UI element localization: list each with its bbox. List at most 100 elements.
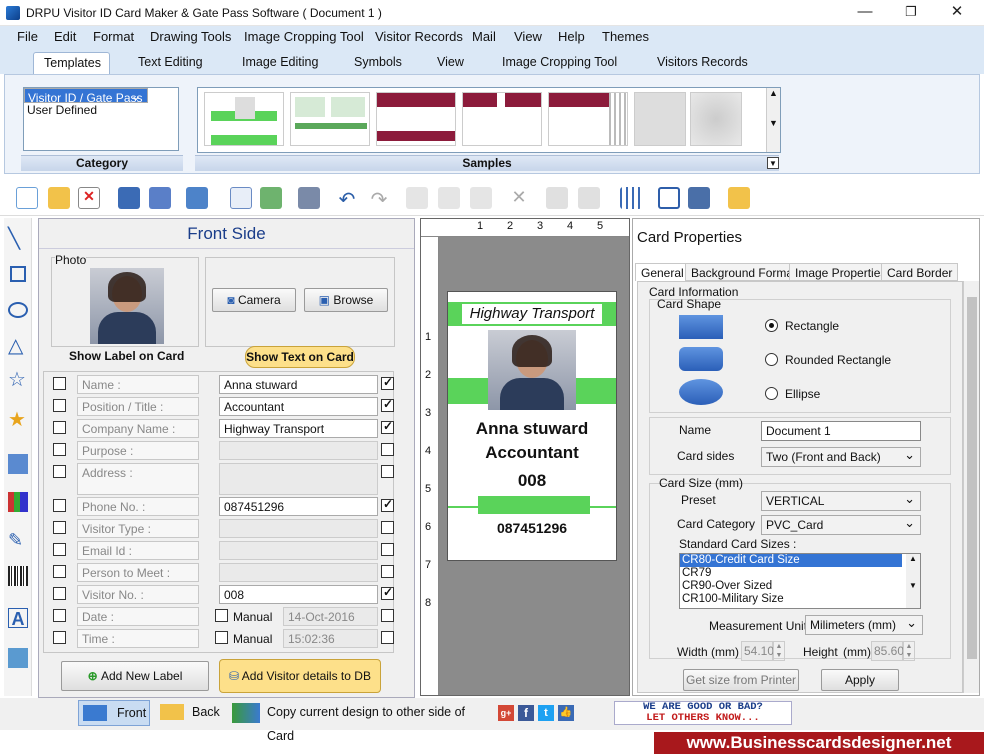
height-spinner-icon[interactable]: ▲ ▼ <box>903 641 915 661</box>
open-folder-icon[interactable] <box>48 187 70 209</box>
undo-icon[interactable]: ↶ <box>336 187 358 211</box>
tab-view[interactable]: View <box>427 52 474 74</box>
menu-image-cropping-tool[interactable]: Image Cropping Tool <box>244 29 364 44</box>
sample-thumbnail[interactable] <box>376 92 456 146</box>
tab-text-editing[interactable]: Text Editing <box>128 52 213 74</box>
delete-icon[interactable]: ✕ <box>508 187 530 209</box>
value-phone[interactable]: 087451296 <box>219 497 378 516</box>
measurement-unit-select[interactable]: Milimeters (mm) <box>805 615 923 635</box>
add-visitor-to-db-button[interactable]: ⛁ Add Visitor details to DB <box>219 659 381 693</box>
label-checkbox-address[interactable] <box>53 465 66 478</box>
menu-view[interactable]: View <box>514 29 542 44</box>
text-checkbox-purpose[interactable] <box>381 443 394 456</box>
text-checkbox-email[interactable] <box>381 543 394 556</box>
size-list-scrollbar[interactable]: ▲ ▼ <box>906 554 920 608</box>
size-item[interactable]: CR100-Military Size <box>680 593 920 606</box>
mail-icon[interactable] <box>728 187 750 209</box>
tab-visitors-records[interactable]: Visitors Records <box>647 52 758 74</box>
signature-tool-icon[interactable]: ✎ <box>8 530 28 550</box>
value-visitor-no[interactable]: 008 <box>219 585 378 604</box>
tab-general[interactable]: General <box>635 263 690 281</box>
grid-icon[interactable] <box>620 187 642 209</box>
tab-card-border[interactable]: Card Border <box>881 263 959 281</box>
samples-scrollbar[interactable]: ▲ ▼ <box>766 88 780 152</box>
tab-background-format[interactable]: Background Format <box>685 263 803 281</box>
facebook-icon[interactable]: f <box>518 705 534 721</box>
tab-image-properties[interactable]: Image Properties <box>789 263 893 281</box>
zoom-icon[interactable] <box>688 187 710 209</box>
symbol-tool-icon[interactable]: ★ <box>8 410 28 430</box>
barcode-tool-icon[interactable] <box>8 566 28 586</box>
label-checkbox-time[interactable] <box>53 631 66 644</box>
copy-icon[interactable] <box>438 187 460 209</box>
card-company[interactable]: Highway Transport <box>462 304 602 324</box>
rounded-rectangle-radio[interactable] <box>765 353 778 366</box>
label-checkbox-name[interactable] <box>53 377 66 390</box>
value-time[interactable]: 15:02:36 <box>283 629 378 648</box>
rectangle-shape-icon[interactable] <box>679 315 723 339</box>
twitter-icon[interactable]: t <box>538 705 554 721</box>
menu-mail[interactable]: Mail <box>472 29 496 44</box>
card-photo[interactable] <box>488 330 576 410</box>
category-item-visitor-id[interactable]: Visitor ID / Gate Pass <box>24 88 148 105</box>
value-person-to-meet[interactable] <box>219 563 378 582</box>
save-as-icon[interactable] <box>149 187 171 209</box>
add-new-label-button[interactable]: ⊕ Add New Label <box>61 661 209 691</box>
camera-button[interactable]: ◙ Camera <box>212 288 296 312</box>
text-tool-icon[interactable]: A <box>8 608 28 629</box>
save-icon[interactable] <box>118 187 140 209</box>
image-icon[interactable] <box>260 187 282 209</box>
label-checkbox-purpose[interactable] <box>53 443 66 456</box>
visitor-photo[interactable] <box>90 268 164 344</box>
google-plus-icon[interactable]: g+ <box>498 705 514 721</box>
sample-thumbnail[interactable] <box>462 92 542 146</box>
tab-symbols[interactable]: Symbols <box>344 52 412 74</box>
properties-icon[interactable] <box>230 187 252 209</box>
text-checkbox-visitor-no[interactable] <box>381 585 394 600</box>
like-icon[interactable]: 👍 <box>558 705 574 721</box>
text-checkbox-date[interactable] <box>381 609 394 622</box>
card-sides-select[interactable]: Two (Front and Back) <box>761 447 921 467</box>
menu-format[interactable]: Format <box>93 29 134 44</box>
tab-templates[interactable]: Templates <box>33 52 110 74</box>
maximize-button[interactable]: ❐ <box>896 2 926 22</box>
menu-themes[interactable]: Themes <box>602 29 649 44</box>
size-item[interactable]: CR90-Over Sized <box>680 580 920 593</box>
tab-image-cropping-tool[interactable]: Image Cropping Tool <box>492 52 627 74</box>
value-company[interactable]: Highway Transport <box>219 419 378 438</box>
label-checkbox-email[interactable] <box>53 543 66 556</box>
get-size-from-printer-button[interactable]: Get size from Printer <box>683 669 799 691</box>
apply-button[interactable]: Apply <box>821 669 899 691</box>
new-icon[interactable] <box>16 187 38 209</box>
triangle-tool-icon[interactable]: △ <box>8 336 28 356</box>
card-category-select[interactable]: PVC_Card <box>761 515 921 535</box>
value-visitor-type[interactable] <box>219 519 378 538</box>
text-checkbox-address[interactable] <box>381 465 394 478</box>
close-button[interactable]: ✕ <box>942 2 972 22</box>
website-footer[interactable]: www.Businesscardsdesigner.net <box>654 732 984 754</box>
value-name[interactable]: Anna stuward <box>219 375 378 394</box>
card-name[interactable]: Anna stuward <box>448 419 616 439</box>
cut-icon[interactable] <box>406 187 428 209</box>
picture-tool-icon[interactable] <box>8 454 28 474</box>
browse-button[interactable]: ▣ Browse <box>304 288 388 312</box>
id-card-preview[interactable]: Highway Transport Anna stuward Accountan… <box>447 291 617 561</box>
card-title[interactable]: Accountant <box>448 443 616 463</box>
width-spinner-icon[interactable]: ▲ ▼ <box>773 641 785 661</box>
star-tool-icon[interactable]: ☆ <box>8 370 28 390</box>
ellipse-shape-icon[interactable] <box>679 379 723 405</box>
print-icon[interactable] <box>298 187 320 209</box>
text-checkbox-time[interactable] <box>381 631 394 644</box>
back-side-button[interactable]: Back <box>158 700 224 726</box>
width-input[interactable]: 54.10 <box>741 641 774 661</box>
value-email[interactable] <box>219 541 378 560</box>
line-tool-icon[interactable]: ╲ <box>8 229 28 250</box>
sample-thumbnail[interactable] <box>204 92 284 146</box>
paste-icon[interactable] <box>470 187 492 209</box>
bring-forward-icon[interactable] <box>546 187 568 209</box>
preset-select[interactable]: VERTICAL <box>761 491 921 511</box>
rectangle-radio[interactable] <box>765 319 778 332</box>
card-number[interactable]: 008 <box>448 471 616 491</box>
rectangle-tool-icon[interactable] <box>10 266 26 282</box>
export-icon[interactable] <box>186 187 208 209</box>
